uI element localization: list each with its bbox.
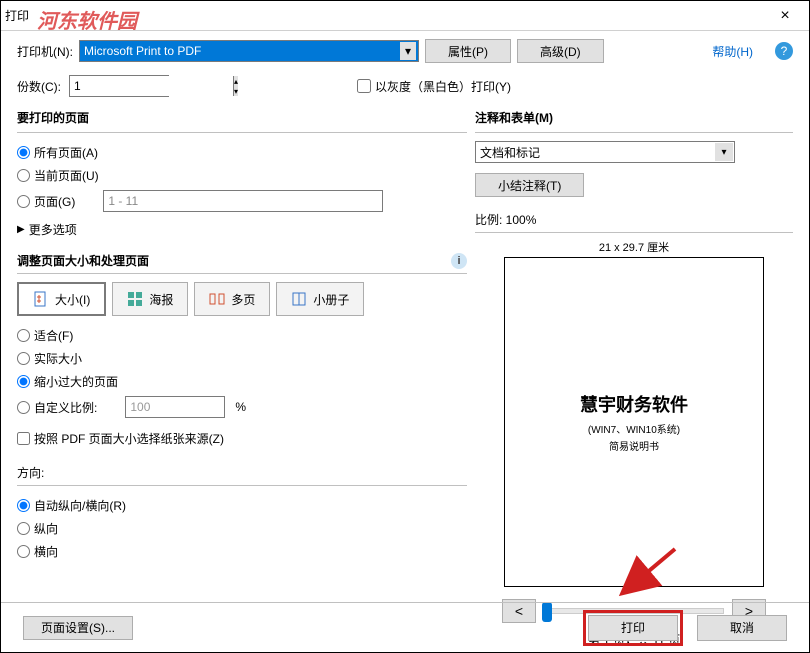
tab-booklet-label: 小册子 — [313, 291, 349, 308]
page-range-label: 页面(G) — [34, 193, 75, 210]
close-icon[interactable]: × — [765, 2, 805, 30]
current-page-radio[interactable] — [17, 169, 30, 182]
info-icon[interactable]: i — [451, 253, 467, 269]
tab-booklet[interactable]: 小册子 — [276, 282, 364, 316]
printer-label: 打印机(N): — [17, 43, 73, 60]
shrink-radio[interactable] — [17, 375, 30, 388]
preview-doc-sub2: 简易说明书 — [580, 438, 688, 453]
all-pages-radio[interactable] — [17, 146, 30, 159]
actual-radio[interactable] — [17, 352, 30, 365]
portrait-label: 纵向 — [34, 520, 58, 537]
custom-radio[interactable] — [17, 401, 30, 414]
chevron-down-icon[interactable]: ▾ — [715, 143, 733, 161]
paper-source-label: 按照 PDF 页面大小选择纸张来源(Z) — [34, 430, 224, 447]
tab-poster[interactable]: 海报 — [112, 282, 188, 316]
print-preview: 慧宇财务软件 (WIN7、WIN10系统) 简易说明书 — [504, 257, 764, 587]
copies-label: 份数(C): — [17, 78, 61, 95]
advanced-button[interactable]: 高级(D) — [517, 39, 604, 63]
more-options-label: 更多选项 — [29, 221, 77, 238]
custom-scale-input[interactable] — [125, 396, 225, 418]
portrait-radio[interactable] — [17, 522, 30, 535]
fit-label: 适合(F) — [34, 327, 73, 344]
grayscale-label: 以灰度（黑白色）打印(Y) — [375, 78, 511, 95]
more-options[interactable]: ▶ 更多选项 — [17, 215, 467, 244]
actual-label: 实际大小 — [34, 350, 82, 367]
comments-value: 文档和标记 — [480, 144, 540, 161]
print-button[interactable]: 打印 — [588, 615, 678, 641]
tab-size[interactable]: 大小(I) — [17, 282, 106, 316]
auto-orient-radio[interactable] — [17, 499, 30, 512]
preview-doc-title: 慧宇财务软件 — [580, 391, 688, 417]
grayscale-checkbox[interactable] — [357, 79, 371, 93]
custom-label: 自定义比例: — [34, 399, 97, 416]
page-setup-button[interactable]: 页面设置(S)... — [23, 616, 133, 640]
cancel-button[interactable]: 取消 — [697, 615, 787, 641]
sizing-group-title: 调整页面大小和处理页面 — [17, 252, 149, 269]
printer-select[interactable]: Microsoft Print to PDF ▾ — [79, 40, 419, 62]
arrow-annotation-icon — [619, 547, 679, 600]
page-range-radio[interactable] — [17, 195, 30, 208]
multi-icon — [209, 291, 225, 307]
landscape-radio[interactable] — [17, 545, 30, 558]
tab-size-label: 大小(I) — [55, 291, 90, 308]
pages-group-title: 要打印的页面 — [17, 109, 467, 126]
chevron-down-icon[interactable]: ▾ — [400, 42, 416, 60]
fit-radio[interactable] — [17, 329, 30, 342]
landscape-label: 横向 — [34, 543, 58, 560]
current-page-label: 当前页面(U) — [34, 167, 99, 184]
auto-orient-label: 自动纵向/横向(R) — [34, 497, 126, 514]
printer-value: Microsoft Print to PDF — [84, 44, 201, 58]
scale-label: 比例: 100% — [475, 211, 793, 228]
comments-dropdown[interactable]: 文档和标记 ▾ — [475, 141, 735, 163]
all-pages-label: 所有页面(A) — [34, 144, 98, 161]
triangle-right-icon: ▶ — [17, 224, 25, 235]
watermark-logo: 河东软件园 — [37, 5, 137, 34]
shrink-label: 缩小过大的页面 — [34, 373, 118, 390]
orientation-title: 方向: — [17, 464, 467, 481]
tab-poster-label: 海报 — [149, 291, 173, 308]
comments-title: 注释和表单(M) — [475, 109, 793, 126]
copies-input[interactable] — [70, 76, 233, 96]
poster-icon — [127, 291, 143, 307]
pct-unit: % — [235, 400, 246, 414]
tab-multi-label: 多页 — [231, 291, 255, 308]
help-link[interactable]: 帮助(H) — [712, 43, 753, 60]
properties-button[interactable]: 属性(P) — [425, 39, 511, 63]
summarize-button[interactable]: 小结注释(T) — [475, 173, 584, 197]
copies-spinbox[interactable]: ▴ ▾ — [69, 75, 169, 97]
spin-up-icon[interactable]: ▴ — [233, 76, 238, 86]
spin-down-icon[interactable]: ▾ — [233, 86, 238, 96]
page-range-input[interactable] — [103, 190, 383, 212]
help-icon[interactable]: ? — [775, 42, 793, 60]
size-icon — [33, 291, 49, 307]
booklet-icon — [291, 291, 307, 307]
tab-multi[interactable]: 多页 — [194, 282, 270, 316]
preview-dims: 21 x 29.7 厘米 — [475, 239, 793, 255]
preview-doc-sub1: (WIN7、WIN10系统) — [580, 421, 688, 436]
paper-source-checkbox[interactable] — [17, 432, 30, 445]
